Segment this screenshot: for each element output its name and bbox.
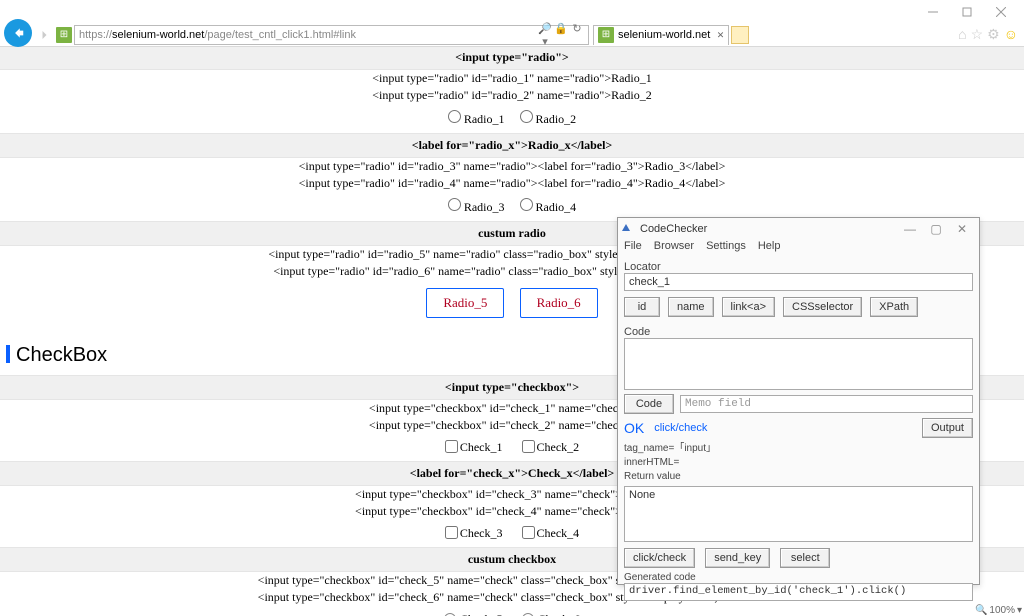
cc-generated-label: Generated code [618,572,979,583]
cc-clickcheck-text: click/check [654,422,707,434]
tab-favicon [598,27,614,43]
radio-3[interactable]: Radio_3 [448,200,505,214]
zoom-indicator[interactable]: 🔍100%▾ [975,605,1022,616]
cc-menu-help[interactable]: Help [758,240,781,258]
cc-btn-css[interactable]: CSSselector [783,297,862,317]
address-bar[interactable]: https:// selenium-world.net /page/test_c… [74,25,589,45]
code-line: <input type="radio" id="radio_2" name="r… [0,87,1024,104]
cc-max-icon[interactable]: ▢ [923,222,949,236]
check-2[interactable]: Check_2 [522,440,580,454]
feedback-icon[interactable]: ☺ [1004,26,1018,43]
radio-2[interactable]: Radio_2 [520,112,577,126]
radio-5-box[interactable]: Radio_5 [426,288,504,318]
lock-icon[interactable]: 🔒 [554,22,568,48]
cc-return-textarea[interactable]: None [624,486,973,542]
section-input-radio: <input type="radio"> [0,47,1024,70]
forward-button[interactable] [36,27,52,43]
cc-btn-xpath[interactable]: XPath [870,297,918,317]
cc-code-textarea[interactable] [624,338,973,390]
check-1[interactable]: Check_1 [445,440,503,454]
back-button[interactable] [4,19,32,47]
cc-title-text: CodeChecker [640,223,707,235]
tab-title: selenium-world.net [618,29,710,41]
cc-locator-input[interactable]: check_1 [624,273,973,291]
page-content: <input type="radio"> <input type="radio"… [0,47,1024,616]
cc-locator-label: Locator [618,258,979,273]
cc-code-label: Code [618,323,979,338]
radio-4[interactable]: Radio_4 [520,200,577,214]
check-5[interactable]: Check_5 [444,612,503,616]
cc-close-icon[interactable]: ✕ [949,222,975,236]
search-dropdown-icon[interactable]: 🔎▾ [538,22,552,48]
site-favicon [56,27,72,43]
min-icon[interactable] [916,0,950,23]
code-line: <input type="radio" id="radio_1" name="r… [0,70,1024,87]
browser-tab[interactable]: selenium-world.net ✕ [593,25,729,45]
codechecker-window: CodeChecker — ▢ ✕ File Browser Settings … [617,217,980,585]
close-icon[interactable] [984,0,1018,23]
check-6[interactable]: Check_6 [522,612,581,616]
cc-btn-sendkey[interactable]: send_key [705,548,770,568]
cc-logo-icon [622,222,636,236]
tab-close-icon[interactable]: ✕ [717,30,725,41]
cc-menu: File Browser Settings Help [618,240,979,258]
settings-icon[interactable]: ⚙ [987,26,1000,43]
cc-min-icon[interactable]: — [897,222,923,236]
cc-btn-clickcheck[interactable]: click/check [624,548,695,568]
radio-1[interactable]: Radio_1 [448,112,505,126]
cc-memo-input[interactable]: Memo field [680,395,973,413]
cc-innerhtml: innerHTML= [618,456,979,470]
cc-ok-text: OK [624,420,644,436]
cc-tagname: tag_name=「input」 [618,442,979,456]
cc-title-bar[interactable]: CodeChecker — ▢ ✕ [618,218,979,240]
cc-btn-id[interactable]: id [624,297,660,317]
code-line: <input type="radio" id="radio_4" name="r… [0,175,1024,192]
cc-return-label: Return value [618,470,979,484]
radio-6-box[interactable]: Radio_6 [520,288,598,318]
url-host: selenium-world.net [112,29,204,41]
cc-menu-file[interactable]: File [624,240,642,258]
window-title-bar [0,0,1024,23]
cc-menu-settings[interactable]: Settings [706,240,746,258]
check-4[interactable]: Check_4 [522,526,580,540]
favorites-icon[interactable]: ☆ [971,26,984,43]
home-icon[interactable]: ⌂ [958,26,966,43]
url-scheme: https:// [79,29,112,41]
cc-output-button[interactable]: Output [922,418,973,438]
cc-btn-link[interactable]: link<a> [722,297,775,317]
refresh-icon[interactable]: ↻ [570,22,584,48]
cc-code-button[interactable]: Code [624,394,674,414]
restore-icon[interactable] [950,0,984,23]
cc-menu-browser[interactable]: Browser [654,240,694,258]
cc-btn-name[interactable]: name [668,297,714,317]
browser-toolbar: https:// selenium-world.net /page/test_c… [0,23,1024,47]
cc-btn-select[interactable]: select [780,548,830,568]
cc-generated-code[interactable]: driver.find_element_by_id('check_1').cli… [624,583,973,601]
url-path: /page/test_cntl_click1.html#link [204,29,356,41]
check-3[interactable]: Check_3 [445,526,503,540]
code-line: <input type="radio" id="radio_3" name="r… [0,158,1024,175]
new-tab-button[interactable] [731,26,749,44]
section-label-radio: <label for="radio_x">Radio_x</label> [0,133,1024,158]
